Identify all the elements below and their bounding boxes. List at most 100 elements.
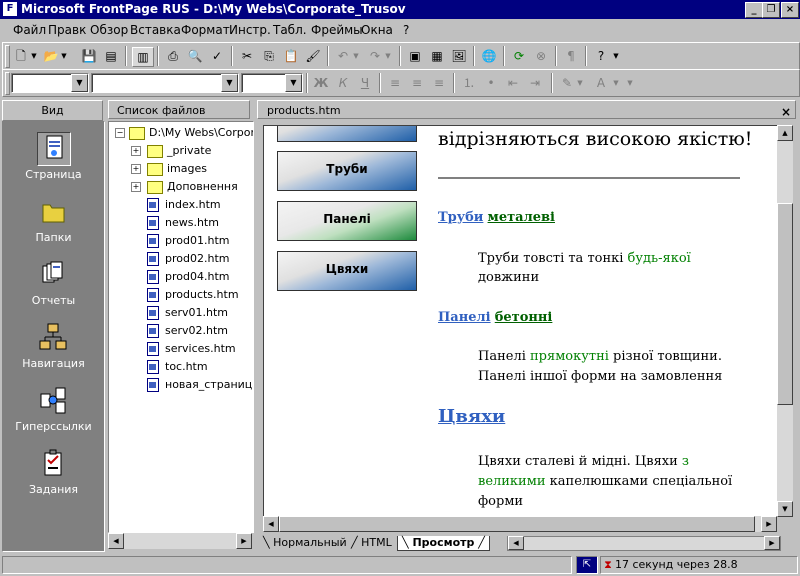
tree-file[interactable]: index.htm	[147, 196, 221, 214]
align-left-icon[interactable]: ≡	[385, 74, 405, 92]
undo-icon[interactable]: ↶	[333, 47, 353, 65]
publish-icon[interactable]: ▤	[101, 47, 121, 65]
tree-file[interactable]: products.htm	[147, 286, 239, 304]
highlight-color-icon[interactable]: ✎	[557, 74, 577, 92]
cut-icon[interactable]: ✂	[237, 47, 257, 65]
undo-dropdown-icon[interactable]: ▼	[351, 47, 361, 65]
insert-picture-icon[interactable]: 🖼	[449, 47, 469, 65]
view-item-folders[interactable]: Папки	[3, 189, 104, 249]
tab-normal[interactable]: ╲ Нормальный	[263, 536, 347, 550]
document-hscrollbar[interactable]: ◀ ▶	[263, 516, 777, 532]
bold-icon[interactable]: Ж	[311, 74, 331, 92]
open-dropdown-icon[interactable]: ▼	[59, 47, 69, 65]
tree-file[interactable]: prod02.htm	[147, 250, 229, 268]
tree-folder[interactable]: + Доповнення	[131, 178, 238, 196]
toolbar-grip[interactable]	[5, 45, 10, 68]
menu-window[interactable]: Окна	[361, 23, 393, 37]
section-link-nails[interactable]: Цвяхи	[438, 406, 505, 427]
align-right-icon[interactable]: ≡	[429, 74, 449, 92]
help-icon[interactable]: ?	[591, 47, 611, 65]
menu-tools[interactable]: Инстр.	[229, 23, 271, 37]
align-center-icon[interactable]: ≡	[407, 74, 427, 92]
frontpage-app-icon[interactable]: F	[3, 2, 17, 16]
style-select[interactable]: ▼	[11, 73, 89, 93]
scroll-left-icon[interactable]: ◀	[508, 536, 524, 550]
scroll-thumb[interactable]	[777, 203, 793, 405]
paste-icon[interactable]: 📋	[281, 47, 301, 65]
font-color-dropdown-icon[interactable]: ▼	[611, 74, 621, 92]
preview-icon[interactable]: 🔍	[185, 47, 205, 65]
redo-dropdown-icon[interactable]: ▼	[383, 47, 393, 65]
close-window-button[interactable]: ×	[781, 2, 799, 18]
print-icon[interactable]: ⎙	[163, 47, 183, 65]
italic-icon[interactable]: К	[333, 74, 353, 92]
scroll-left-icon[interactable]: ◀	[108, 533, 124, 549]
folder-list-hscrollbar[interactable]: ◀ ▶	[108, 533, 252, 549]
menu-insert[interactable]: Вставка	[130, 23, 181, 37]
open-folder-icon[interactable]: 📂	[41, 47, 61, 65]
page-preview[interactable]: Труби Панелі Цвяхи відрізняються високою…	[263, 125, 778, 517]
tree-file[interactable]: toc.htm	[147, 358, 208, 376]
scroll-down-icon[interactable]: ▼	[777, 501, 793, 517]
view-item-hyperlinks[interactable]: Гиперссылки	[3, 378, 104, 438]
nav-button-panels[interactable]: Панелі	[277, 201, 417, 241]
decrease-indent-icon[interactable]: ⇤	[503, 74, 523, 92]
menu-edit[interactable]: Правк	[48, 23, 86, 37]
tab-html[interactable]: ╱ HTML	[351, 536, 392, 550]
menu-help[interactable]: ?	[403, 23, 409, 37]
tree-file[interactable]: prod01.htm	[147, 232, 229, 250]
view-item-page[interactable]: Страница	[3, 126, 104, 186]
tree-file[interactable]: news.htm	[147, 214, 219, 232]
section-link-panels[interactable]: Панелі	[438, 310, 491, 325]
scroll-thumb[interactable]	[279, 516, 755, 532]
view-item-tasks[interactable]: Задания	[3, 441, 104, 501]
collapse-toggle-icon[interactable]: −	[115, 128, 125, 138]
view-item-reports[interactable]: Отчеты	[3, 252, 104, 312]
section-link-pipes-metal[interactable]: металеві	[488, 210, 555, 225]
spelling-icon[interactable]: ✓	[207, 47, 227, 65]
close-document-icon[interactable]: ×	[781, 103, 791, 122]
menu-table[interactable]: Табл.	[273, 23, 307, 37]
scroll-up-icon[interactable]: ▲	[777, 125, 793, 141]
scroll-right-icon[interactable]: ▶	[761, 516, 777, 532]
toolbar-grip[interactable]	[5, 72, 10, 95]
expand-toggle-icon[interactable]: +	[131, 164, 141, 174]
highlight-dropdown-icon[interactable]: ▼	[575, 74, 585, 92]
help-dropdown-icon[interactable]: ▼	[611, 47, 621, 65]
maximize-button[interactable]: ❐	[762, 2, 780, 18]
nav-button-pipes[interactable]: Труби	[277, 151, 417, 191]
menu-format[interactable]: Формат	[181, 23, 230, 37]
tree-file[interactable]: prod04.htm	[147, 268, 229, 286]
new-dropdown-icon[interactable]: ▼	[29, 47, 39, 65]
show-all-icon[interactable]: ¶	[561, 47, 581, 65]
refresh-icon[interactable]: ⟳	[509, 47, 529, 65]
section-link-pipes[interactable]: Труби	[438, 210, 483, 225]
menu-view[interactable]: Обзор	[90, 23, 128, 37]
font-select[interactable]: ▼	[91, 73, 239, 93]
chevron-down-icon[interactable]: ▼	[221, 74, 238, 92]
view-item-navigation[interactable]: Навигация	[3, 315, 104, 375]
menu-file[interactable]: Файл	[13, 23, 46, 37]
format-painter-icon[interactable]: 🖌	[303, 47, 323, 65]
redo-icon[interactable]: ↷	[365, 47, 385, 65]
toolbar-options-icon[interactable]: ▼	[625, 74, 635, 92]
chevron-down-icon[interactable]: ▼	[71, 74, 88, 92]
tabs-scrollbar[interactable]: ◀ ▶	[507, 536, 781, 551]
scroll-right-icon[interactable]: ▶	[236, 533, 252, 549]
minimize-button[interactable]: _	[745, 2, 763, 18]
insert-table-icon[interactable]: ▦	[427, 47, 447, 65]
tree-file[interactable]: serv01.htm	[147, 304, 228, 322]
expand-toggle-icon[interactable]: +	[131, 182, 141, 192]
copy-icon[interactable]: ⎘	[259, 47, 279, 65]
stop-icon[interactable]: ⊗	[531, 47, 551, 65]
tree-file[interactable]: serv02.htm	[147, 322, 228, 340]
tree-file[interactable]: новая_страница	[147, 376, 253, 394]
nav-button-nails[interactable]: Цвяхи	[277, 251, 417, 291]
document-vscrollbar[interactable]: ▲ ▼	[777, 125, 793, 517]
folder-list-toggle-icon[interactable]: ▥	[132, 47, 154, 67]
tree-file[interactable]: services.htm	[147, 340, 236, 358]
chevron-down-icon[interactable]: ▼	[285, 74, 302, 92]
tree-root[interactable]: − D:\My Webs\Corpora	[115, 124, 253, 142]
document-tab[interactable]: products.htm ×	[257, 100, 796, 119]
nav-button-partial[interactable]	[277, 126, 417, 142]
